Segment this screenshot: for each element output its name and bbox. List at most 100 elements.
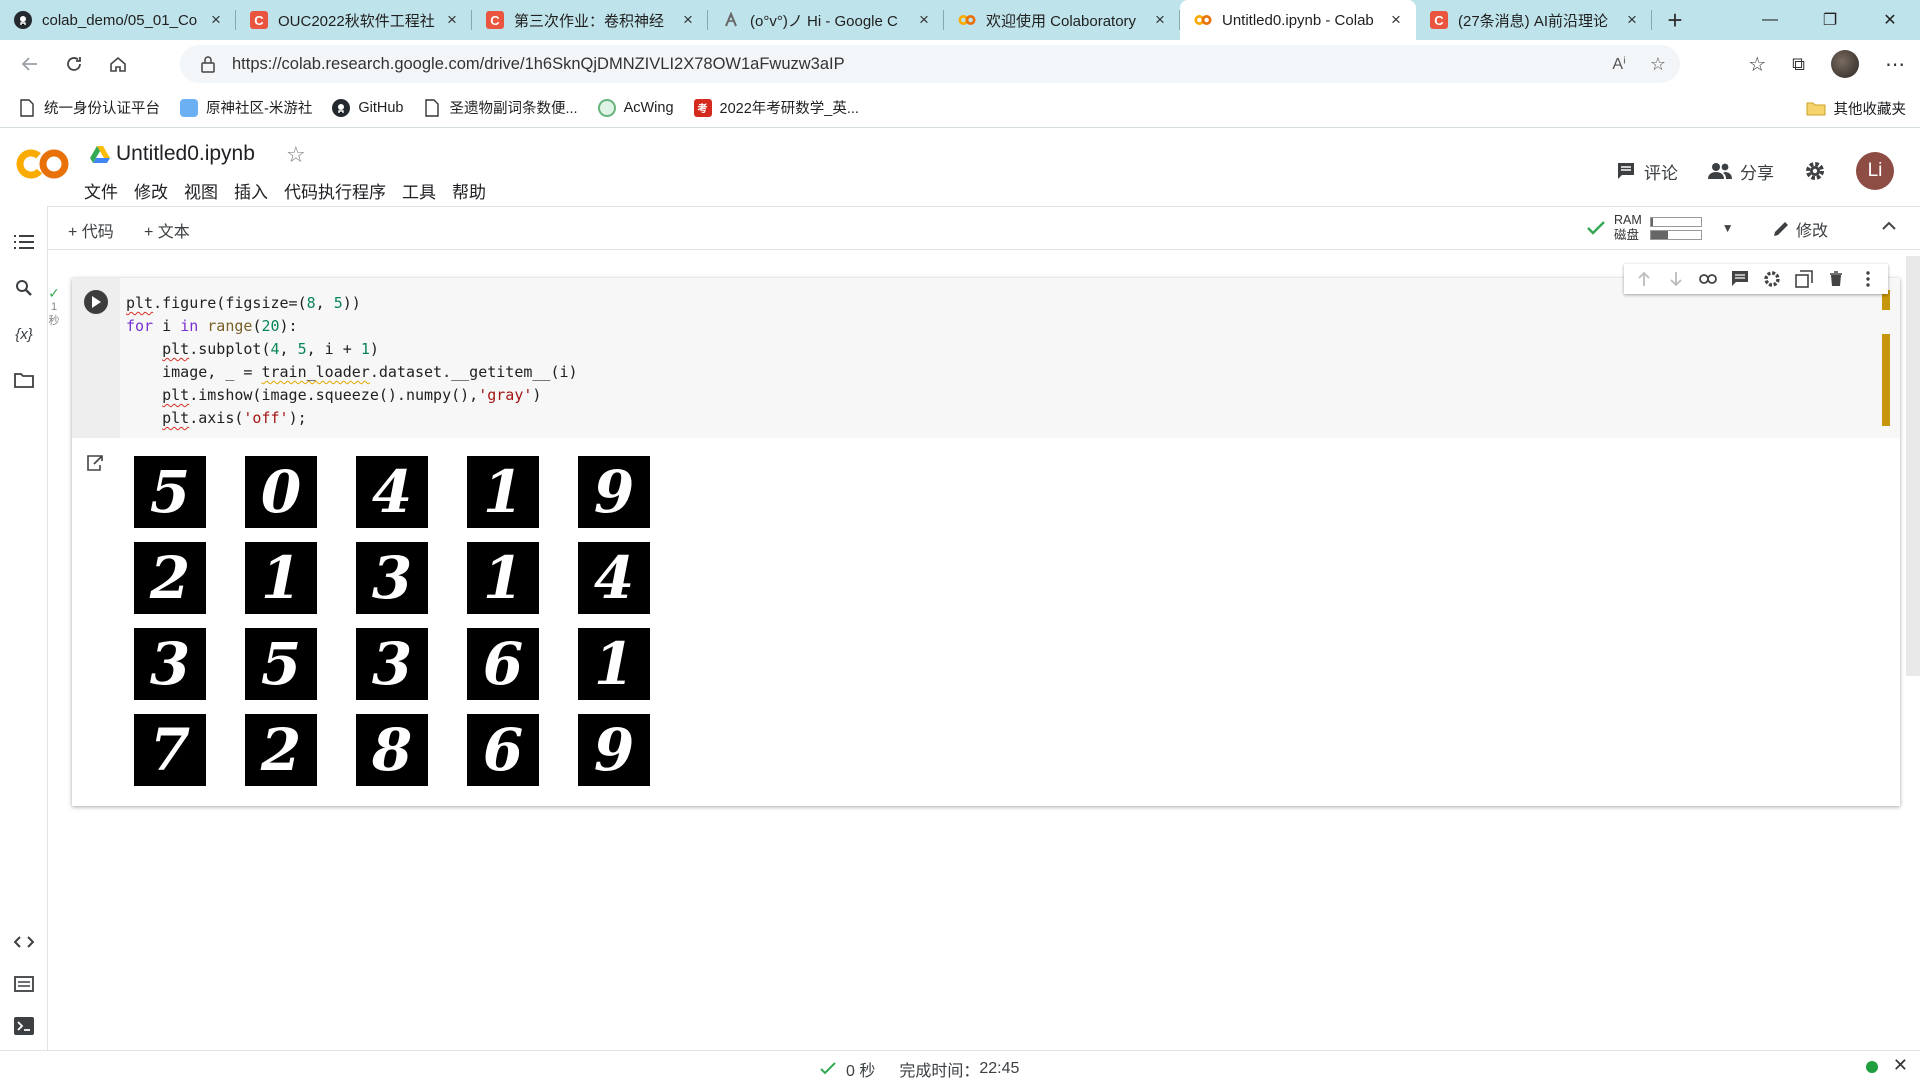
url-field[interactable]: https://colab.research.google.com/drive/… [180,45,1680,83]
browser-tab[interactable]: C 第三次作业：卷积神经 × [472,0,708,40]
more-menu-icon[interactable]: ⋯ [1885,52,1906,77]
play-icon [92,296,101,308]
menu-item[interactable]: 代码执行程序 [284,178,386,203]
settings-gear-icon[interactable] [1804,160,1826,182]
miyoushe-icon [180,98,198,117]
refresh-button[interactable] [52,44,96,84]
mnist-digit-image: 0 [245,456,317,528]
add-comment-icon[interactable] [1730,269,1750,289]
mnist-digit-image: 1 [467,456,539,528]
user-avatar[interactable]: Li [1856,152,1894,190]
browser-tab[interactable]: C (27条消息) AI前沿理论 × [1416,0,1652,40]
close-status-icon[interactable]: ✕ [1893,1055,1908,1076]
bookmark-item[interactable]: 圣遗物副词条数便... [423,97,578,118]
collapse-header-icon[interactable] [1880,217,1898,235]
bookmark-item[interactable]: 考 2022年考研数学_英... [693,97,859,118]
close-tab-icon[interactable]: × [1388,11,1404,28]
mnist-digit-image: 1 [578,628,650,700]
pencil-icon [1774,222,1788,236]
menu-item[interactable]: 帮助 [452,178,486,203]
code-line: plt.figure(figsize=(8, 5)) [126,294,361,312]
table-of-contents-icon[interactable] [12,230,36,254]
close-tab-icon[interactable]: × [1624,11,1640,28]
bookmark-item[interactable]: AcWing [597,98,674,117]
new-tab-button[interactable]: + [1652,0,1698,40]
add-favorite-icon[interactable]: ☆ [1650,54,1666,75]
code-snippets-icon[interactable] [12,930,36,954]
ram-bar [1649,216,1702,227]
code-text[interactable]: plt.figure(figsize=(8, 5)) for i in range… [126,292,578,430]
code-cell[interactable]: ✓ 1 秒 plt.figure(figsize=(8, 5)) for i in… [48,264,1900,806]
left-sidebar: {x} [0,206,48,1050]
bookmark-label: 原神社区-米游社 [206,101,313,117]
move-up-icon[interactable] [1634,269,1654,289]
comment-button[interactable]: 评论 [1616,159,1678,184]
menu-item[interactable]: 文件 [84,178,118,203]
completed-time: 22:45 [979,1060,1020,1077]
bookmark-item[interactable]: 统一身份认证平台 [18,97,160,118]
menu-item[interactable]: 视图 [184,178,218,203]
profile-avatar[interactable] [1831,50,1859,78]
close-tab-icon[interactable]: × [208,11,224,28]
browser-tab[interactable]: colab_demo/05_01_Co × [0,0,236,40]
terminal-icon[interactable] [12,1014,36,1038]
edit-mode-button[interactable]: 修改 [1772,217,1828,241]
bookmark-list: 统一身份认证平台 原神社区-米游社 GitHub 圣遗物副词条数便... AcWing 考… [18,97,879,118]
run-cell-button[interactable] [84,290,108,314]
mirror-cell-icon[interactable] [1794,269,1814,289]
output-actions-icon[interactable] [86,454,104,472]
connection-status-dot [1866,1061,1878,1073]
execution-summary[interactable]: 0 秒 完成时间： 22:45 [820,1057,1019,1081]
menu-item[interactable]: 插入 [234,178,268,203]
close-tab-icon[interactable]: × [916,11,932,28]
delete-icon[interactable] [1826,269,1846,289]
colab-logo-icon[interactable] [16,146,70,182]
resources-indicator[interactable]: RAM 磁盘 ▼ [1586,213,1734,243]
close-tab-icon[interactable]: × [1152,11,1168,28]
home-button[interactable] [96,44,140,84]
other-bookmarks-label: 其他收藏夹 [1833,101,1907,118]
bookmark-item[interactable]: GitHub [332,98,403,117]
add-text-button[interactable]: + 文本 [144,218,190,242]
link-icon[interactable] [1698,269,1718,289]
share-button[interactable]: 分享 [1708,159,1774,184]
command-palette-icon[interactable] [12,972,36,996]
dropdown-arrow-icon[interactable]: ▼ [1722,221,1734,235]
back-button[interactable] [8,44,52,84]
browser-tab[interactable]: 欢迎使用 Colaboratory × [944,0,1180,40]
editor-scroll-markers [1882,290,1890,426]
mnist-digit-image: 4 [578,542,650,614]
collections-icon[interactable]: ⧉ [1792,54,1805,75]
close-tab-icon[interactable]: × [444,11,460,28]
close-window-button[interactable]: ✕ [1860,0,1920,40]
files-folder-icon[interactable] [12,368,36,392]
bookmark-item[interactable]: 原神社区-米游社 [180,97,312,118]
variables-icon[interactable]: {x} [12,322,36,346]
other-bookmarks[interactable]: 其他收藏夹 [1806,88,1907,128]
tab-list: colab_demo/05_01_Co × C OUC2022秋软件工程社 × C 第三次作… [0,0,1652,40]
close-tab-icon[interactable]: × [680,11,696,28]
menu-item[interactable]: 修改 [134,178,168,203]
page-scrollbar[interactable] [1906,256,1920,676]
browser-tab[interactable]: C OUC2022秋软件工程社 × [236,0,472,40]
browser-tab[interactable]: Untitled0.ipynb - Colab × [1180,0,1416,40]
add-code-button[interactable]: + 代码 [68,218,114,242]
minimize-button[interactable]: — [1740,0,1800,40]
read-aloud-icon[interactable]: Aⁱ [1612,54,1626,74]
notebook-title[interactable]: Untitled0.ipynb [90,142,255,166]
move-down-icon[interactable] [1666,269,1686,289]
cell-settings-icon[interactable] [1762,269,1782,289]
browser-tab[interactable]: (o°v°)ノ Hi - Google C × [708,0,944,40]
search-icon[interactable] [12,276,36,300]
notebook-filename: Untitled0.ipynb [116,142,255,165]
restore-button[interactable]: ❐ [1800,0,1860,40]
mnist-digit-image: 1 [245,542,317,614]
favorites-icon[interactable]: ☆ [1748,52,1766,77]
disk-label: 磁盘 [1614,228,1640,242]
mnist-digit-image: 7 [134,714,206,786]
more-options-icon[interactable] [1858,269,1878,289]
star-notebook-icon[interactable]: ☆ [286,142,306,168]
ram-label: RAM [1614,213,1642,227]
cell-editor[interactable]: plt.figure(figsize=(8, 5)) for i in range… [72,278,1900,438]
menu-item[interactable]: 工具 [402,178,436,203]
